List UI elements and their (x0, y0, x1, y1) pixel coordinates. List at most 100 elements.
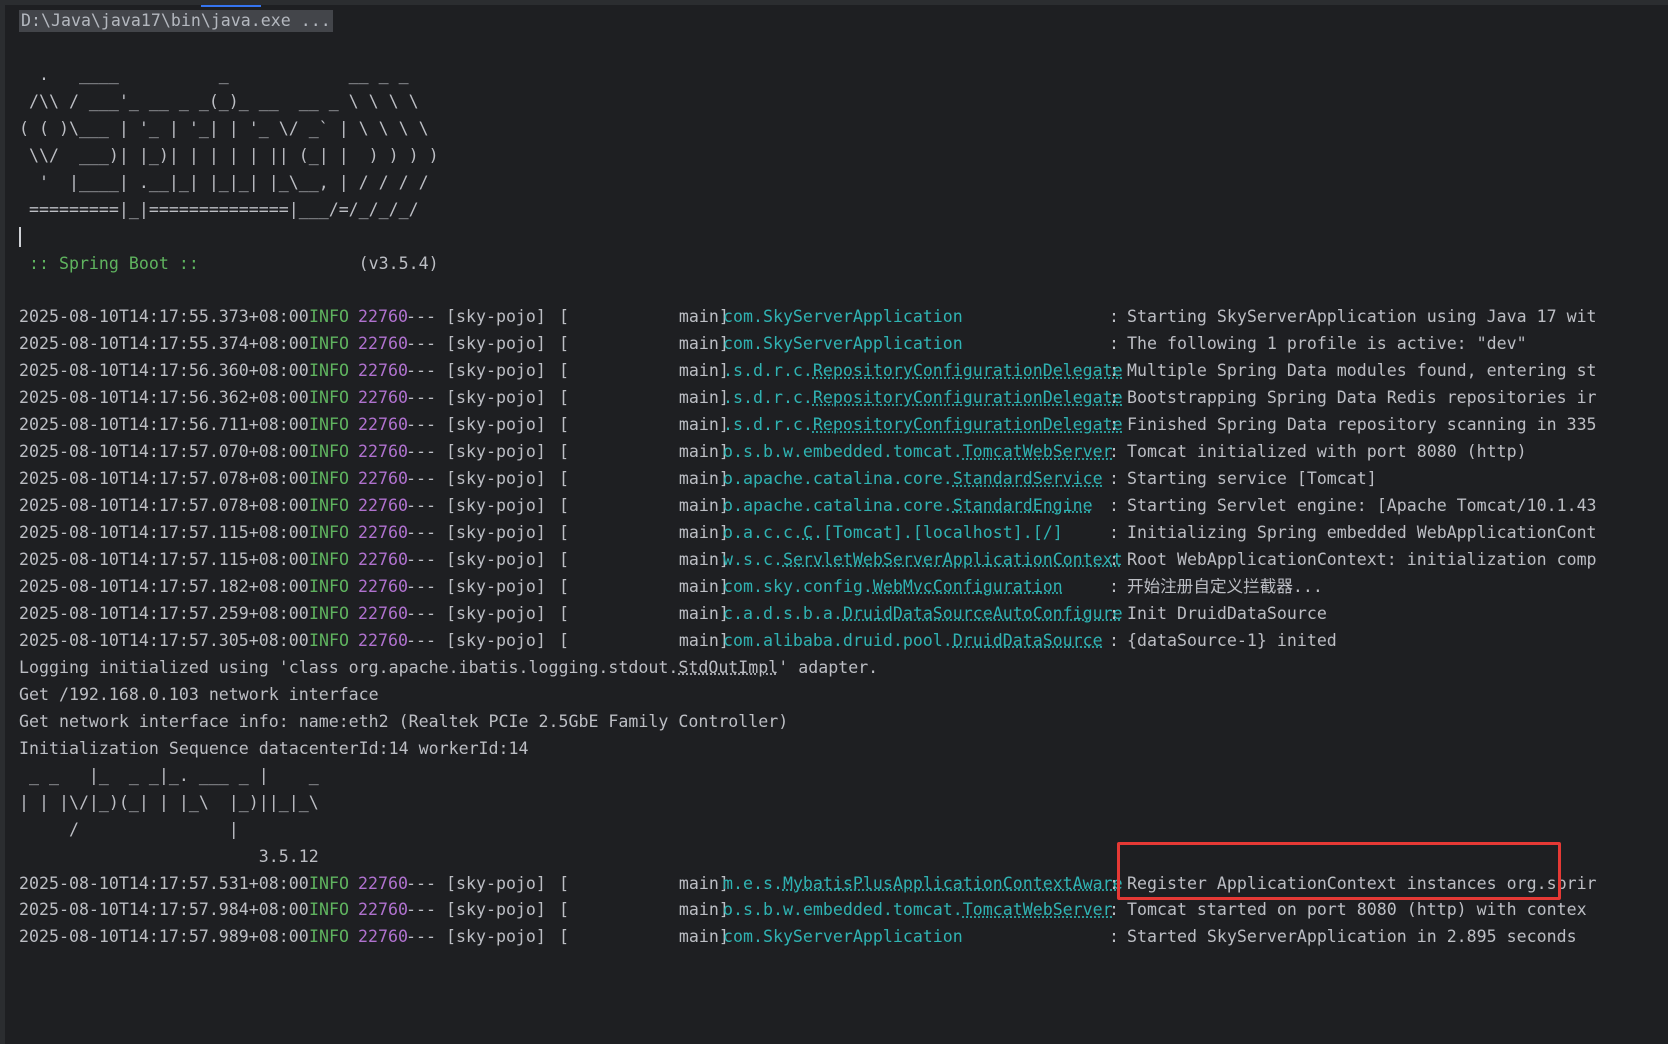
logger-class-link[interactable]: MybatisPlusApplicationContextAware (783, 874, 1123, 893)
log-app-name: [sky-pojo] (446, 307, 546, 327)
log-thread: [ main] (559, 442, 729, 462)
log-pid: 22760 (358, 415, 408, 435)
log-app-name: [sky-pojo] (446, 523, 546, 543)
log-logger[interactable]: com.SkyServerApplication (723, 924, 1109, 951)
log-pid: 22760 (358, 873, 408, 893)
log-logger[interactable]: o.a.c.c.C.[Tomcat].[localhost].[/] (723, 520, 1109, 547)
log-thread: [ main] (559, 630, 729, 650)
logger-class-link[interactable]: C (803, 523, 813, 542)
logger-package: m.e.s. (723, 873, 783, 893)
log-timestamp: 2025-08-10T14:17:57.984+08:00 (19, 900, 309, 920)
log-level: INFO (309, 630, 349, 650)
log-message: Tomcat started on port 8080 (http) with … (1127, 900, 1587, 920)
logger-class-link[interactable]: DruidDataSource (953, 631, 1103, 650)
log-row: 2025-08-10T14:17:57.259+08:00INFO 22760--… (19, 601, 1668, 628)
mybatis-banner-line: / | (19, 819, 239, 839)
log-row: 2025-08-10T14:17:57.078+08:00INFO 22760--… (19, 493, 1668, 520)
log-colon: : (1109, 927, 1119, 947)
log-logger[interactable]: o.apache.catalina.core.StandardEngine (723, 493, 1109, 520)
banner-line: ' |____| .__|_| |_|_| |_\__, | / / / / (19, 172, 429, 192)
log-logger[interactable]: w.s.c.ServletWebServerApplicationContext (723, 547, 1123, 574)
log-message: {dataSource-1} inited (1127, 630, 1337, 650)
log-row: 2025-08-10T14:17:57.115+08:00INFO 22760--… (19, 547, 1668, 574)
logger-class-link[interactable]: WebMvcConfiguration (873, 577, 1063, 596)
log-message: 开始注册自定义拦截器... (1127, 577, 1323, 597)
log-separator: --- (406, 927, 436, 947)
log-logger[interactable]: .s.d.r.c.RepositoryConfigurationDelegate (723, 412, 1123, 439)
plain-output: Get /192.168.0.103 network interface Get … (19, 682, 1668, 763)
logger-class-link[interactable]: RepositoryConfigurationDelegate (813, 388, 1123, 407)
log-timestamp: 2025-08-10T14:17:57.259+08:00 (19, 603, 309, 623)
log-level: INFO (309, 900, 349, 920)
log-colon: : (1109, 334, 1119, 354)
logger-class-link[interactable]: StandardService (953, 469, 1103, 488)
log-colon: : (1109, 496, 1119, 516)
log-thread: [ main] (559, 550, 729, 570)
log-level: INFO (309, 873, 349, 893)
log-app-name: [sky-pojo] (446, 496, 546, 516)
plain-output-line: Initialization Sequence datacenterId:14 … (19, 738, 529, 758)
log-message: Finished Spring Data repository scanning… (1127, 415, 1597, 435)
log-separator: --- (406, 523, 436, 543)
log-message: The following 1 profile is active: "dev" (1127, 334, 1527, 354)
console-output[interactable]: D:\Java\java17\bin\java.exe ... . ____ _… (19, 8, 1668, 951)
logger-package: o.s.b.w.embedded.tomcat. (723, 900, 963, 920)
log-row: 2025-08-10T14:17:57.984+08:00INFO 22760--… (19, 897, 1668, 924)
logger-package: com.alibaba.druid.pool. (723, 630, 953, 650)
log-message: Starting service [Tomcat] (1127, 469, 1377, 489)
log-separator: --- (406, 900, 436, 920)
log-logger[interactable]: .s.d.r.c.RepositoryConfigurationDelegate (723, 358, 1123, 385)
log-logger[interactable]: c.a.d.s.b.a.DruidDataSourceAutoConfigure (723, 601, 1123, 628)
log-thread: [ main] (559, 469, 729, 489)
log-colon: : (1109, 469, 1119, 489)
log-logger[interactable]: o.s.b.w.embedded.tomcat.TomcatWebServer (723, 439, 1113, 466)
log-logger[interactable]: .s.d.r.c.RepositoryConfigurationDelegate (723, 385, 1123, 412)
log-pid: 22760 (358, 603, 408, 623)
log-level: INFO (309, 388, 349, 408)
log-timestamp: 2025-08-10T14:17:57.531+08:00 (19, 873, 309, 893)
log-level: INFO (309, 415, 349, 435)
banner-line: \\/ ___)| |_)| | | | | || (_| | ) ) ) ) (19, 145, 439, 165)
log-separator: --- (406, 442, 436, 462)
log-row: 2025-08-10T14:17:57.989+08:00INFO 22760--… (19, 924, 1668, 951)
logger-class-link[interactable]: RepositoryConfigurationDelegate (813, 361, 1123, 380)
logger-class-link[interactable]: ServletWebServerApplicationContext (783, 550, 1123, 569)
cursor-line (19, 224, 1668, 251)
logger-class-link[interactable]: StandardEngine (953, 496, 1093, 515)
log-pid: 22760 (358, 900, 408, 920)
log-thread: [ main] (559, 523, 729, 543)
logging-init-line: Logging initialized using 'class org.apa… (19, 655, 1668, 682)
logger-class-link[interactable]: TomcatWebServer (963, 900, 1113, 919)
log-colon: : (1109, 361, 1119, 381)
log-level: INFO (309, 469, 349, 489)
log-logger[interactable]: m.e.s.MybatisPlusApplicationContextAware (723, 871, 1123, 898)
log-thread: [ main] (559, 415, 729, 435)
log-logger[interactable]: o.s.b.w.embedded.tomcat.TomcatWebServer (723, 897, 1113, 924)
log-logger[interactable]: com.alibaba.druid.pool.DruidDataSource (723, 628, 1109, 655)
log-separator: --- (406, 873, 436, 893)
command-line[interactable]: D:\Java\java17\bin\java.exe ... (19, 10, 333, 32)
log-pid: 22760 (358, 469, 408, 489)
log-logger[interactable]: com.SkyServerApplication (723, 331, 1109, 358)
logger-class-link[interactable]: TomcatWebServer (963, 442, 1113, 461)
mybatis-banner: _ _ |_ _ _|_. ___ _ | _ | | |\/|_)(_| | |… (19, 763, 1668, 871)
log-logger[interactable]: com.SkyServerApplication (723, 304, 1109, 331)
log-timestamp: 2025-08-10T14:17:57.078+08:00 (19, 469, 309, 489)
logger-class-link[interactable]: DruidDataSourceAutoConfigure (843, 604, 1123, 623)
log-pid: 22760 (358, 496, 408, 516)
logger-class-link[interactable]: RepositoryConfigurationDelegate (813, 415, 1123, 434)
log-row: 2025-08-10T14:17:55.374+08:00INFO 22760--… (19, 331, 1668, 358)
log-pid: 22760 (358, 307, 408, 327)
log-colon: : (1109, 603, 1119, 623)
log-app-name: [sky-pojo] (446, 361, 546, 381)
log-thread: [ main] (559, 900, 729, 920)
stdout-impl-link[interactable]: StdOutImpl (678, 658, 778, 677)
log-separator: --- (406, 550, 436, 570)
log-timestamp: 2025-08-10T14:17:56.362+08:00 (19, 388, 309, 408)
log-logger[interactable]: com.sky.config.WebMvcConfiguration (723, 574, 1109, 601)
spring-banner: . ____ _ __ _ _ /\\ / ___'_ __ _ _(_)_ _… (19, 62, 1668, 224)
log-message: Multiple Spring Data modules found, ente… (1127, 361, 1597, 381)
log-pid: 22760 (358, 442, 408, 462)
log-logger[interactable]: o.apache.catalina.core.StandardService (723, 466, 1109, 493)
